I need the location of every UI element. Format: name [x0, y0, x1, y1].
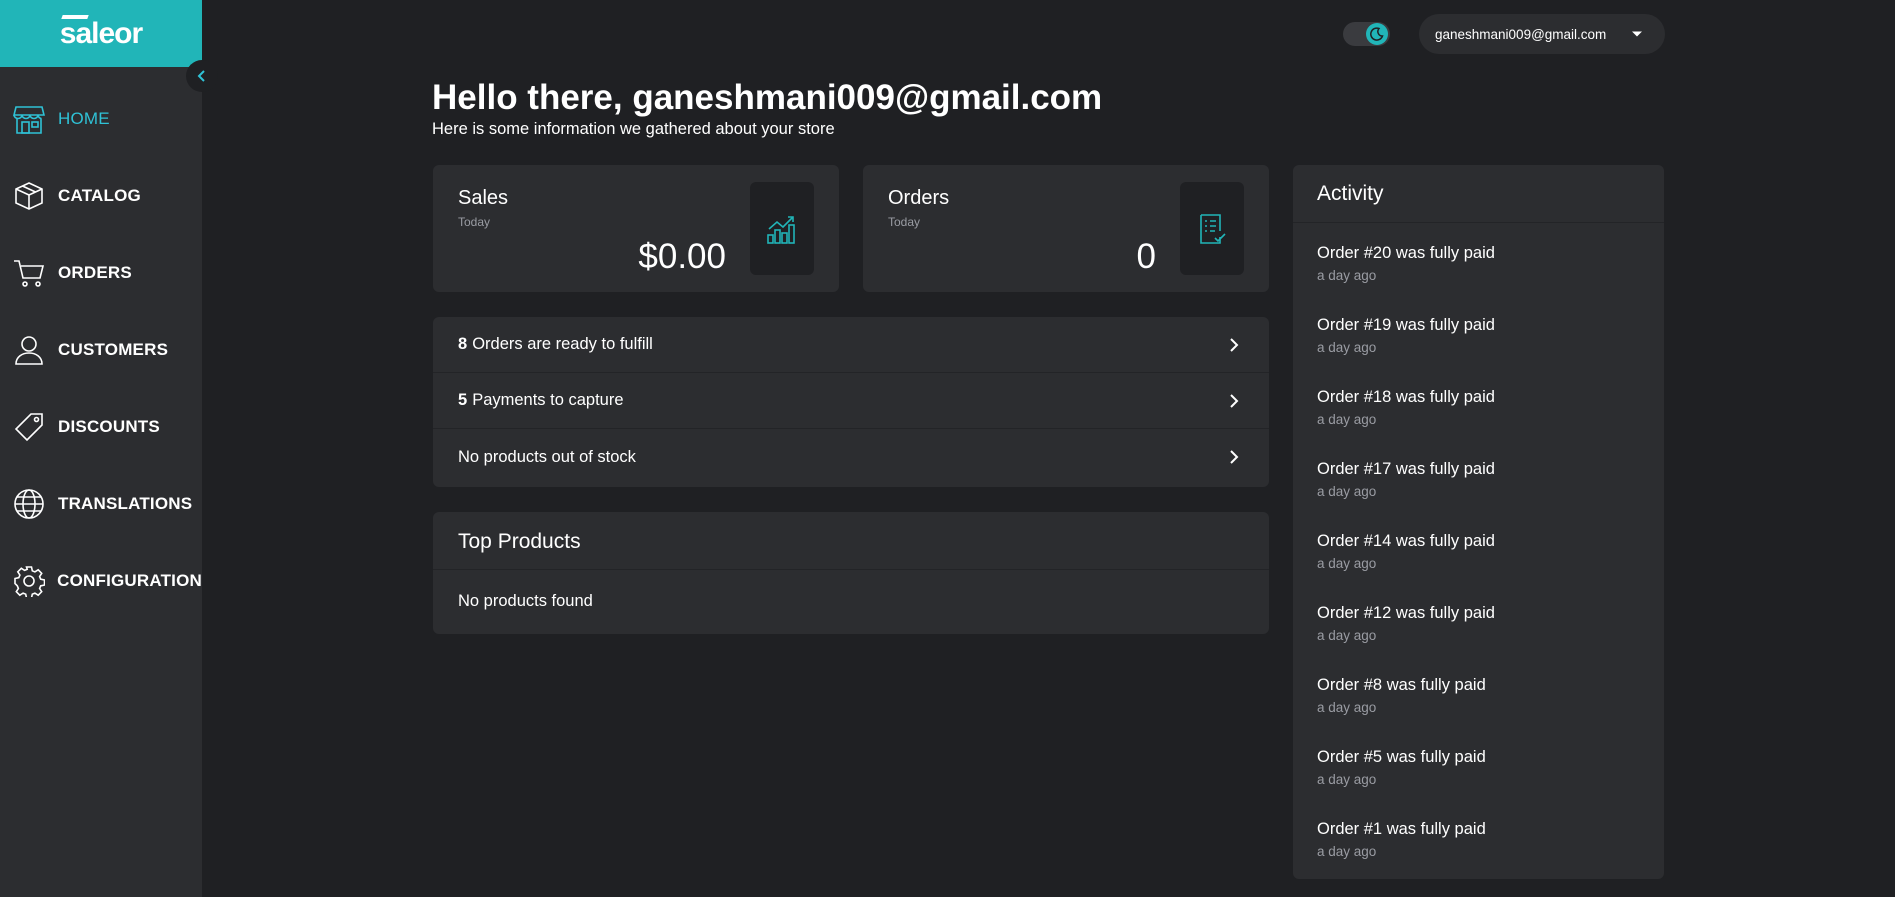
activity-list: Order #20 was fully paid a day ago Order… — [1293, 223, 1664, 892]
gear-icon — [12, 564, 45, 598]
activity-time: a day ago — [1317, 340, 1377, 355]
sidebar-nav: HOME CATALOG ORDERS CUSTOMERS DISCOUNTS … — [0, 80, 202, 619]
page-title: Hello there, ganeshmani009@gmail.com — [432, 78, 1103, 117]
top-products-title: Top Products — [458, 530, 581, 553]
payments-to-capture-row[interactable]: 5 Payments to capture — [433, 373, 1269, 429]
sales-card: Sales Today $0.00 — [433, 165, 839, 292]
chevron-right-icon — [1230, 394, 1239, 408]
theme-toggle[interactable] — [1343, 22, 1390, 46]
activity-time: a day ago — [1317, 772, 1377, 787]
activity-item: Order #20 was fully paid a day ago — [1293, 244, 1664, 316]
payments-to-capture-label: Payments to capture — [472, 391, 624, 409]
orders-to-fulfill-row[interactable]: 8 Orders are ready to fulfill — [433, 317, 1269, 373]
sidebar-collapse-button[interactable] — [186, 60, 218, 92]
activity-item: Order #8 was fully paid a day ago — [1293, 676, 1664, 748]
chart-icon — [750, 182, 814, 275]
top-products-card: Top Products No products found — [433, 512, 1269, 634]
activity-item: Order #14 was fully paid a day ago — [1293, 532, 1664, 604]
payments-to-capture-count: 5 — [458, 391, 468, 409]
activity-text: Order #17 was fully paid — [1317, 460, 1495, 478]
user-email: ganeshmani009@gmail.com — [1435, 26, 1607, 42]
orders-title: Orders — [888, 187, 950, 209]
activity-title: Activity — [1317, 182, 1384, 205]
activity-item: Order #19 was fully paid a day ago — [1293, 316, 1664, 388]
activity-text: Order #8 was fully paid — [1317, 676, 1486, 694]
sidebar: saleor HOME CATALOG ORDERS CUSTOMERS DIS… — [0, 0, 202, 897]
activity-text: Order #12 was fully paid — [1317, 604, 1495, 622]
activity-text: Order #14 was fully paid — [1317, 532, 1495, 550]
activity-text: Order #19 was fully paid — [1317, 316, 1495, 334]
notifications-card: 8 Orders are ready to fulfill 5 Payments… — [433, 317, 1269, 487]
chevron-right-icon — [1230, 338, 1239, 352]
out-of-stock-row[interactable]: No products out of stock — [433, 429, 1269, 485]
orders-value: 0 — [1136, 237, 1156, 276]
orders-card: Orders Today 0 — [863, 165, 1269, 292]
sidebar-item-configuration[interactable]: CONFIGURATION — [0, 542, 202, 619]
activity-item: Order #18 was fully paid a day ago — [1293, 388, 1664, 460]
activity-time: a day ago — [1317, 268, 1377, 283]
sidebar-item-orders[interactable]: ORDERS — [0, 234, 202, 311]
sidebar-item-home[interactable]: HOME — [0, 80, 202, 157]
sidebar-item-label: CUSTOMERS — [58, 339, 169, 359]
activity-time: a day ago — [1317, 628, 1377, 643]
activity-item: Order #5 was fully paid a day ago — [1293, 748, 1664, 820]
chevron-down-icon — [1632, 31, 1642, 37]
sidebar-item-catalog[interactable]: CATALOG — [0, 157, 202, 234]
orders-to-fulfill-label: Orders are ready to fulfill — [472, 335, 653, 353]
orders-period: Today — [888, 215, 921, 229]
activity-card: Activity Order #20 was fully paid a day … — [1293, 165, 1664, 879]
activity-text: Order #1 was fully paid — [1317, 820, 1486, 838]
activity-time: a day ago — [1317, 700, 1377, 715]
box-icon — [12, 179, 46, 213]
brand-name: saleor — [59, 14, 143, 50]
sidebar-item-label: CONFIGURATION — [57, 570, 202, 590]
sales-title: Sales — [458, 187, 509, 209]
cart-icon — [12, 256, 46, 290]
activity-text: Order #18 was fully paid — [1317, 388, 1495, 406]
top-products-empty: No products found — [458, 592, 593, 610]
activity-time: a day ago — [1317, 484, 1377, 499]
globe-icon — [12, 487, 46, 521]
out-of-stock-label: No products out of stock — [458, 447, 636, 466]
sales-value: $0.00 — [638, 237, 726, 276]
chevron-right-icon — [1230, 450, 1239, 464]
activity-time: a day ago — [1317, 412, 1377, 427]
tag-icon — [12, 410, 46, 444]
activity-text: Order #20 was fully paid — [1317, 244, 1495, 262]
activity-item: Order #17 was fully paid a day ago — [1293, 460, 1664, 532]
activity-text: Order #5 was fully paid — [1317, 748, 1486, 766]
moon-icon — [1366, 23, 1388, 45]
sales-period: Today — [458, 215, 491, 229]
sidebar-item-label: CATALOG — [58, 185, 141, 205]
chevron-left-icon — [197, 70, 205, 82]
page-subtitle: Here is some information we gathered abo… — [432, 120, 835, 138]
sidebar-item-customers[interactable]: CUSTOMERS — [0, 311, 202, 388]
sidebar-item-label: TRANSLATIONS — [58, 493, 193, 513]
sidebar-item-label: HOME — [58, 108, 110, 128]
user-menu-button[interactable]: ganeshmani009@gmail.com — [1419, 14, 1665, 54]
checklist-icon — [1180, 182, 1244, 275]
user-icon — [12, 333, 46, 367]
sidebar-item-discounts[interactable]: DISCOUNTS — [0, 388, 202, 465]
storefront-icon — [12, 102, 46, 136]
logo[interactable]: saleor — [0, 0, 202, 67]
orders-to-fulfill-count: 8 — [458, 335, 468, 353]
sidebar-item-label: ORDERS — [58, 262, 132, 282]
sidebar-item-translations[interactable]: TRANSLATIONS — [0, 465, 202, 542]
activity-time: a day ago — [1317, 556, 1377, 571]
sidebar-item-label: DISCOUNTS — [58, 416, 160, 436]
activity-time: a day ago — [1317, 844, 1377, 859]
activity-item: Order #1 was fully paid a day ago — [1293, 820, 1664, 892]
activity-item: Order #12 was fully paid a day ago — [1293, 604, 1664, 676]
